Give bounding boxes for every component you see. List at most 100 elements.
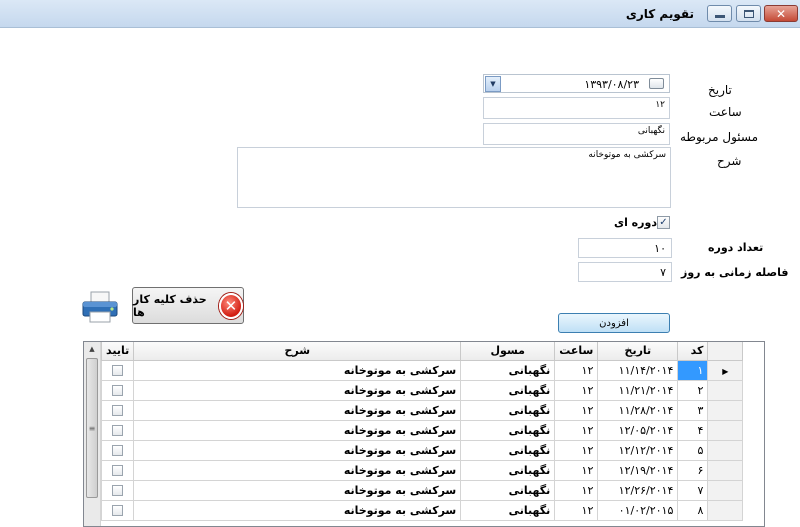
responsible-cell[interactable]: نگهبانی bbox=[460, 439, 556, 461]
confirm-cell[interactable] bbox=[100, 499, 135, 521]
row-header[interactable] bbox=[707, 499, 744, 521]
description-cell[interactable]: سرکشی به موتوخانه bbox=[133, 459, 462, 481]
row-header[interactable] bbox=[707, 399, 744, 421]
date-cell[interactable]: ۱۱/۲۸/۲۰۱۴ bbox=[597, 399, 679, 421]
col-header-description[interactable]: شرح bbox=[133, 342, 462, 361]
date-cell[interactable]: ۱۲/۲۶/۲۰۱۴ bbox=[597, 479, 679, 501]
row-header[interactable] bbox=[707, 379, 744, 401]
code-cell[interactable]: ۱ bbox=[677, 359, 709, 381]
delete-all-button[interactable]: حذف کلیه کار ها ✕ bbox=[132, 287, 244, 324]
scroll-up-icon[interactable]: ▲ bbox=[84, 342, 100, 357]
confirm-cell[interactable] bbox=[100, 479, 135, 501]
interval-input[interactable]: ۷ bbox=[578, 262, 672, 282]
confirm-checkbox[interactable] bbox=[112, 425, 124, 436]
table-row[interactable]: سرکشی به موتوخانه نگهبانی ۱۲ ۱۱/۱۴/۲۰۱۴ ۱ ▶ bbox=[100, 359, 744, 381]
responsible-cell[interactable]: نگهبانی bbox=[460, 459, 556, 481]
confirm-checkbox[interactable] bbox=[112, 465, 124, 476]
table-row[interactable]: سرکشی به موتوخانه نگهبانی ۱۲ ۱۲/۰۵/۲۰۱۴ ۴ bbox=[100, 419, 744, 441]
time-input[interactable]: ۱۲ bbox=[483, 97, 670, 119]
row-header[interactable] bbox=[707, 439, 744, 461]
confirm-checkbox[interactable] bbox=[112, 385, 124, 396]
table-row[interactable]: سرکشی به موتوخانه نگهبانی ۱۲ ۱۲/۱۹/۲۰۱۴ ۶ bbox=[100, 459, 744, 481]
period-count-input[interactable]: ۱۰ bbox=[578, 238, 672, 258]
date-cell[interactable]: ۱۱/۲۱/۲۰۱۴ bbox=[597, 379, 679, 401]
col-header-time[interactable]: ساعت bbox=[554, 342, 599, 361]
interval-label: فاصله زمانی به روز bbox=[681, 266, 789, 279]
date-cell[interactable]: ۱۱/۱۴/۲۰۱۴ bbox=[597, 359, 679, 381]
dropdown-arrow-icon[interactable]: ▼ bbox=[485, 76, 501, 92]
description-cell[interactable]: سرکشی به موتوخانه bbox=[133, 379, 462, 401]
close-button[interactable]: ✕ bbox=[764, 5, 798, 22]
table-row[interactable]: سرکشی به موتوخانه نگهبانی ۱۲ ۱۱/۲۸/۲۰۱۴ ۳ bbox=[100, 399, 744, 421]
time-cell[interactable]: ۱۲ bbox=[554, 499, 599, 521]
time-cell[interactable]: ۱۲ bbox=[554, 379, 599, 401]
col-header-responsible[interactable]: مسول bbox=[460, 342, 556, 361]
maximize-button[interactable] bbox=[736, 5, 761, 22]
table-row[interactable]: سرکشی به موتوخانه نگهبانی ۱۲ ۱۲/۲۶/۲۰۱۴ ۷ bbox=[100, 479, 744, 501]
time-cell[interactable]: ۱۲ bbox=[554, 359, 599, 381]
confirm-checkbox[interactable] bbox=[112, 445, 124, 456]
confirm-checkbox[interactable] bbox=[112, 405, 124, 416]
responsible-cell[interactable]: نگهبانی bbox=[460, 499, 556, 521]
maximize-icon bbox=[743, 9, 754, 18]
periodic-checkbox[interactable]: ✓ bbox=[657, 216, 670, 229]
description-cell[interactable]: سرکشی به موتوخانه bbox=[133, 499, 462, 521]
confirm-cell[interactable] bbox=[100, 439, 135, 461]
description-cell[interactable]: سرکشی به موتوخانه bbox=[133, 479, 462, 501]
scroll-thumb[interactable]: ≡ bbox=[86, 358, 98, 498]
code-cell[interactable]: ۵ bbox=[677, 439, 709, 461]
table-row[interactable]: سرکشی به موتوخانه نگهبانی ۱۲ ۰۱/۰۲/۲۰۱۵ ۸ bbox=[100, 499, 744, 521]
row-header[interactable] bbox=[707, 459, 744, 481]
time-cell[interactable]: ۱۲ bbox=[554, 439, 599, 461]
col-header-confirm[interactable]: تایید bbox=[100, 342, 135, 361]
date-cell[interactable]: ۱۲/۱۲/۲۰۱۴ bbox=[597, 439, 679, 461]
responsible-cell[interactable]: نگهبانی bbox=[460, 379, 556, 401]
description-cell[interactable]: سرکشی به موتوخانه bbox=[133, 419, 462, 441]
code-cell[interactable]: ۷ bbox=[677, 479, 709, 501]
description-cell[interactable]: سرکشی به موتوخانه bbox=[133, 439, 462, 461]
responsible-label: مسئول مربوطه bbox=[680, 130, 759, 144]
confirm-checkbox[interactable] bbox=[112, 365, 124, 376]
col-header-date[interactable]: تاریخ bbox=[597, 342, 679, 361]
row-header[interactable]: ▶ bbox=[707, 359, 744, 381]
description-cell[interactable]: سرکشی به موتوخانه bbox=[133, 399, 462, 421]
date-cell[interactable]: ۱۲/۰۵/۲۰۱۴ bbox=[597, 419, 679, 441]
date-picker[interactable]: ▼ ۱۳۹۳/۰۸/۲۳ bbox=[483, 74, 670, 93]
time-cell[interactable]: ۱۲ bbox=[554, 479, 599, 501]
confirm-checkbox[interactable] bbox=[112, 505, 124, 516]
table-row[interactable]: سرکشی به موتوخانه نگهبانی ۱۲ ۱۲/۱۲/۲۰۱۴ ۵ bbox=[100, 439, 744, 461]
responsible-cell[interactable]: نگهبانی bbox=[460, 359, 556, 381]
time-cell[interactable]: ۱۲ bbox=[554, 399, 599, 421]
date-cell[interactable]: ۱۲/۱۹/۲۰۱۴ bbox=[597, 459, 679, 481]
printer-icon[interactable] bbox=[80, 290, 120, 324]
code-cell[interactable]: ۲ bbox=[677, 379, 709, 401]
confirm-cell[interactable] bbox=[100, 399, 135, 421]
tasks-grid: ▲ ≡ تایید شرح مسول ساعت تاریخ کد سرکشی ب… bbox=[83, 341, 765, 527]
row-header[interactable] bbox=[707, 419, 744, 441]
description-textarea[interactable]: سرکشی به موتوخانه bbox=[237, 147, 671, 208]
vertical-scrollbar[interactable]: ▲ ≡ bbox=[84, 342, 101, 526]
time-cell[interactable]: ۱۲ bbox=[554, 459, 599, 481]
confirm-cell[interactable] bbox=[100, 359, 135, 381]
confirm-cell[interactable] bbox=[100, 459, 135, 481]
confirm-cell[interactable] bbox=[100, 419, 135, 441]
responsible-input[interactable]: نگهبانی bbox=[483, 123, 670, 145]
responsible-cell[interactable]: نگهبانی bbox=[460, 399, 556, 421]
confirm-checkbox[interactable] bbox=[112, 485, 124, 496]
code-cell[interactable]: ۸ bbox=[677, 499, 709, 521]
table-row[interactable]: سرکشی به موتوخانه نگهبانی ۱۲ ۱۱/۲۱/۲۰۱۴ ۲ bbox=[100, 379, 744, 401]
confirm-cell[interactable] bbox=[100, 379, 135, 401]
responsible-cell[interactable]: نگهبانی bbox=[460, 419, 556, 441]
code-cell[interactable]: ۶ bbox=[677, 459, 709, 481]
row-header[interactable] bbox=[707, 479, 744, 501]
col-header-code[interactable]: کد bbox=[677, 342, 709, 361]
minimize-button[interactable] bbox=[707, 5, 732, 22]
code-cell[interactable]: ۳ bbox=[677, 399, 709, 421]
description-cell[interactable]: سرکشی به موتوخانه bbox=[133, 359, 462, 381]
responsible-cell[interactable]: نگهبانی bbox=[460, 479, 556, 501]
date-picker-check[interactable] bbox=[649, 78, 664, 89]
date-cell[interactable]: ۰۱/۰۲/۲۰۱۵ bbox=[597, 499, 679, 521]
code-cell[interactable]: ۴ bbox=[677, 419, 709, 441]
add-button[interactable]: افزودن bbox=[558, 313, 670, 333]
time-cell[interactable]: ۱۲ bbox=[554, 419, 599, 441]
